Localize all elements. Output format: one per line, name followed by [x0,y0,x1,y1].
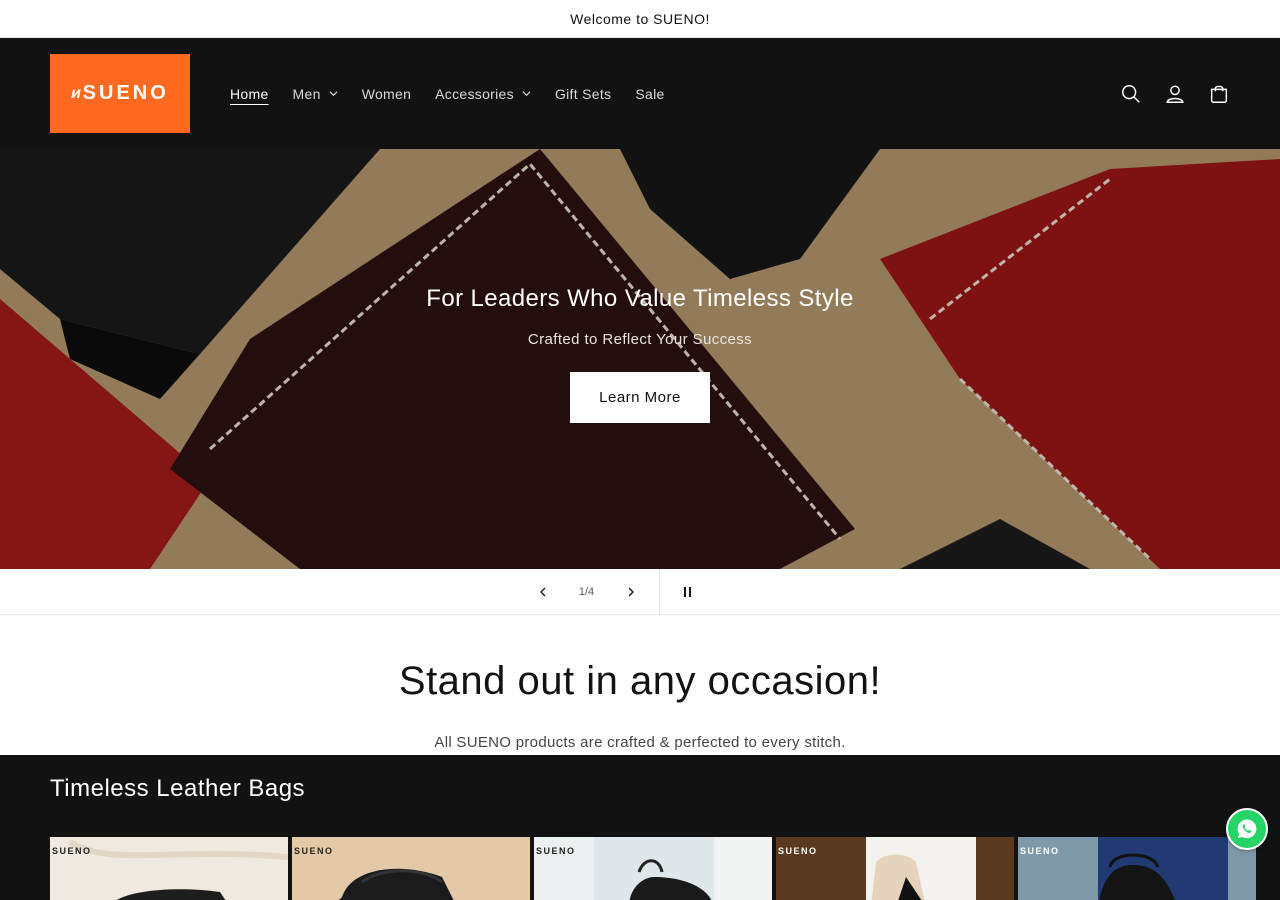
nav-label: Men [292,85,321,102]
cart-icon[interactable] [1208,83,1230,105]
hero-banner: For Leaders Who Value Timeless Style Cra… [0,149,1280,569]
nav-item-men[interactable]: Men [281,86,350,102]
card-brand-label: SUENO [778,846,818,856]
nav-item-women[interactable]: Women [350,86,423,102]
collection-title: Timeless Leather Bags [50,775,306,802]
search-icon[interactable] [1120,83,1142,105]
slide-next-button[interactable] [609,569,653,615]
whatsapp-icon [1237,819,1257,839]
nav-item-gift-sets[interactable]: Gift Sets [543,86,623,102]
nav-item-home[interactable]: Home [218,86,281,102]
chevron-right-icon [628,587,634,596]
chevron-left-icon [539,587,545,596]
intro-text: All SUENO products are crafted & perfect… [434,734,846,751]
chevron-down-icon [522,91,531,97]
card-brand-label: SUENO [536,846,576,856]
product-card[interactable]: SUENO [1018,837,1256,900]
announcement-bar: Welcome to SUENO! [0,0,1280,38]
collection-section: Timeless Leather Bags SUENO SUENO SUENO … [0,755,1280,900]
nav-item-sale[interactable]: Sale [623,86,676,102]
hero-title: For Leaders Who Value Timeless Style [426,285,854,312]
product-card[interactable]: SUENO [50,837,288,900]
card-brand-label: SUENO [52,846,92,856]
slide-prev-button[interactable] [521,569,565,615]
intro-heading: Stand out in any occasion! [398,659,882,703]
product-grid: SUENO SUENO SUENO SUENO SUENO [50,837,1256,900]
pause-icon [689,586,691,597]
brand-logo[interactable]: ᴎ SUENO [50,54,190,133]
card-brand-label: SUENO [294,846,334,856]
product-card[interactable]: SUENO [292,837,530,900]
nav-label: Gift Sets [554,85,612,102]
product-card[interactable]: SUENO [776,837,1014,900]
logo-mark-icon: ᴎ [71,84,81,102]
account-icon[interactable] [1164,83,1186,105]
chevron-down-icon [329,91,338,97]
logo-text: SUENO [82,82,169,104]
nav-label: Sale [635,85,665,102]
slider-divider [658,568,660,615]
hero-content: For Leaders Who Value Timeless Style Cra… [0,285,1280,423]
intro-section: Stand out in any occasion! All SUENO pro… [0,615,1280,755]
main-nav: Home Men Women Accessories Gift Sets Sal… [218,86,677,102]
nav-label: Accessories [435,85,514,102]
whatsapp-chat-button[interactable] [1226,808,1268,850]
learn-more-button[interactable]: Learn More [570,372,710,423]
card-brand-label: SUENO [1020,846,1060,856]
slider-controls: 1/4 [0,568,1280,615]
nav-label: Home [230,85,269,102]
announcement-text: Welcome to SUENO! [570,10,710,27]
site-header: ᴎ SUENO Home Men Women Accessories Gift … [0,38,1280,149]
hero-subtitle: Crafted to Reflect Your Success [527,331,753,348]
nav-label: Women [361,85,412,102]
header-icons [1120,38,1230,149]
pause-slideshow-button[interactable] [666,569,710,615]
product-card[interactable]: SUENO [534,837,772,900]
slide-counter: 1/4 [578,585,595,598]
pause-icon [684,586,686,597]
nav-item-accessories[interactable]: Accessories [423,86,543,102]
